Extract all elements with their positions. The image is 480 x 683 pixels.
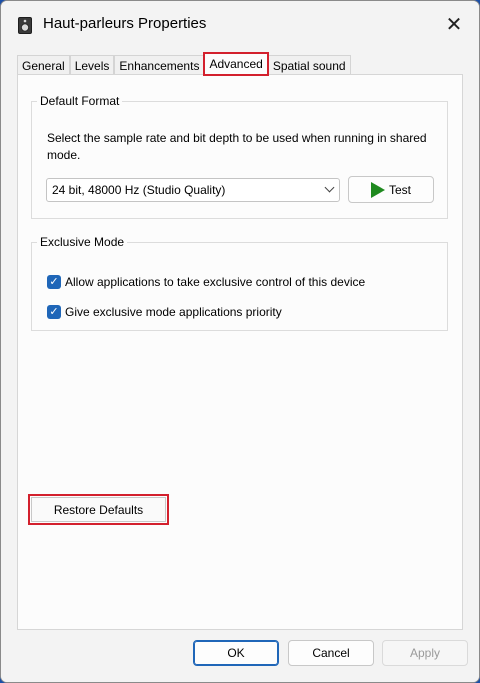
close-icon: ✕ — [445, 13, 463, 36]
advanced-tab-panel: Default Format Select the sample rate an… — [17, 74, 463, 630]
tab-enhancements[interactable]: Enhancements — [114, 55, 205, 75]
tab-general[interactable]: General — [17, 55, 70, 75]
apply-button[interactable]: Apply — [382, 640, 468, 666]
window-title: Haut-parleurs Properties — [43, 15, 207, 32]
allow-exclusive-control-option[interactable]: ✓ Allow applications to take exclusive c… — [47, 275, 365, 289]
format-dropdown[interactable]: 24 bit, 48000 Hz (Studio Quality) — [46, 178, 340, 202]
restore-defaults-button[interactable]: Restore Defaults — [28, 494, 169, 525]
close-button[interactable]: ✕ — [433, 7, 475, 41]
exclusive-mode-legend: Exclusive Mode — [40, 235, 125, 249]
dialog-footer: OK Cancel Apply — [1, 630, 479, 682]
test-button[interactable]: Test — [348, 176, 434, 203]
allow-exclusive-control-label: Allow applications to take exclusive con… — [65, 275, 366, 289]
exclusive-mode-group: Exclusive Mode ✓ Allow applications to t… — [31, 235, 448, 331]
cancel-button[interactable]: Cancel — [288, 640, 374, 666]
ok-button[interactable]: OK — [193, 640, 279, 666]
allow-exclusive-control-checkbox[interactable]: ✓ — [47, 275, 61, 289]
properties-dialog: Haut-parleurs Properties ✕ General Level… — [0, 0, 480, 683]
default-format-group: Default Format Select the sample rate an… — [31, 94, 448, 219]
test-button-label: Test — [388, 182, 411, 197]
play-icon — [370, 181, 385, 198]
exclusive-priority-label: Give exclusive mode applications priorit… — [65, 305, 282, 319]
default-format-description: Select the sample rate and bit depth to … — [47, 131, 427, 162]
speaker-app-icon — [18, 17, 32, 34]
exclusive-priority-checkbox[interactable]: ✓ — [47, 305, 61, 319]
tab-strip: General Levels Enhancements Advanced Spa… — [17, 52, 351, 76]
default-format-legend: Default Format — [40, 94, 120, 108]
tab-spatial-sound[interactable]: Spatial sound — [267, 55, 351, 75]
exclusive-priority-option[interactable]: ✓ Give exclusive mode applications prior… — [47, 305, 282, 319]
tab-advanced[interactable]: Advanced — [203, 52, 269, 76]
chevron-down-icon — [324, 182, 335, 193]
tab-levels[interactable]: Levels — [69, 55, 115, 75]
title-bar[interactable]: Haut-parleurs Properties ✕ — [1, 1, 479, 47]
format-dropdown-value: 24 bit, 48000 Hz (Studio Quality) — [52, 183, 226, 197]
